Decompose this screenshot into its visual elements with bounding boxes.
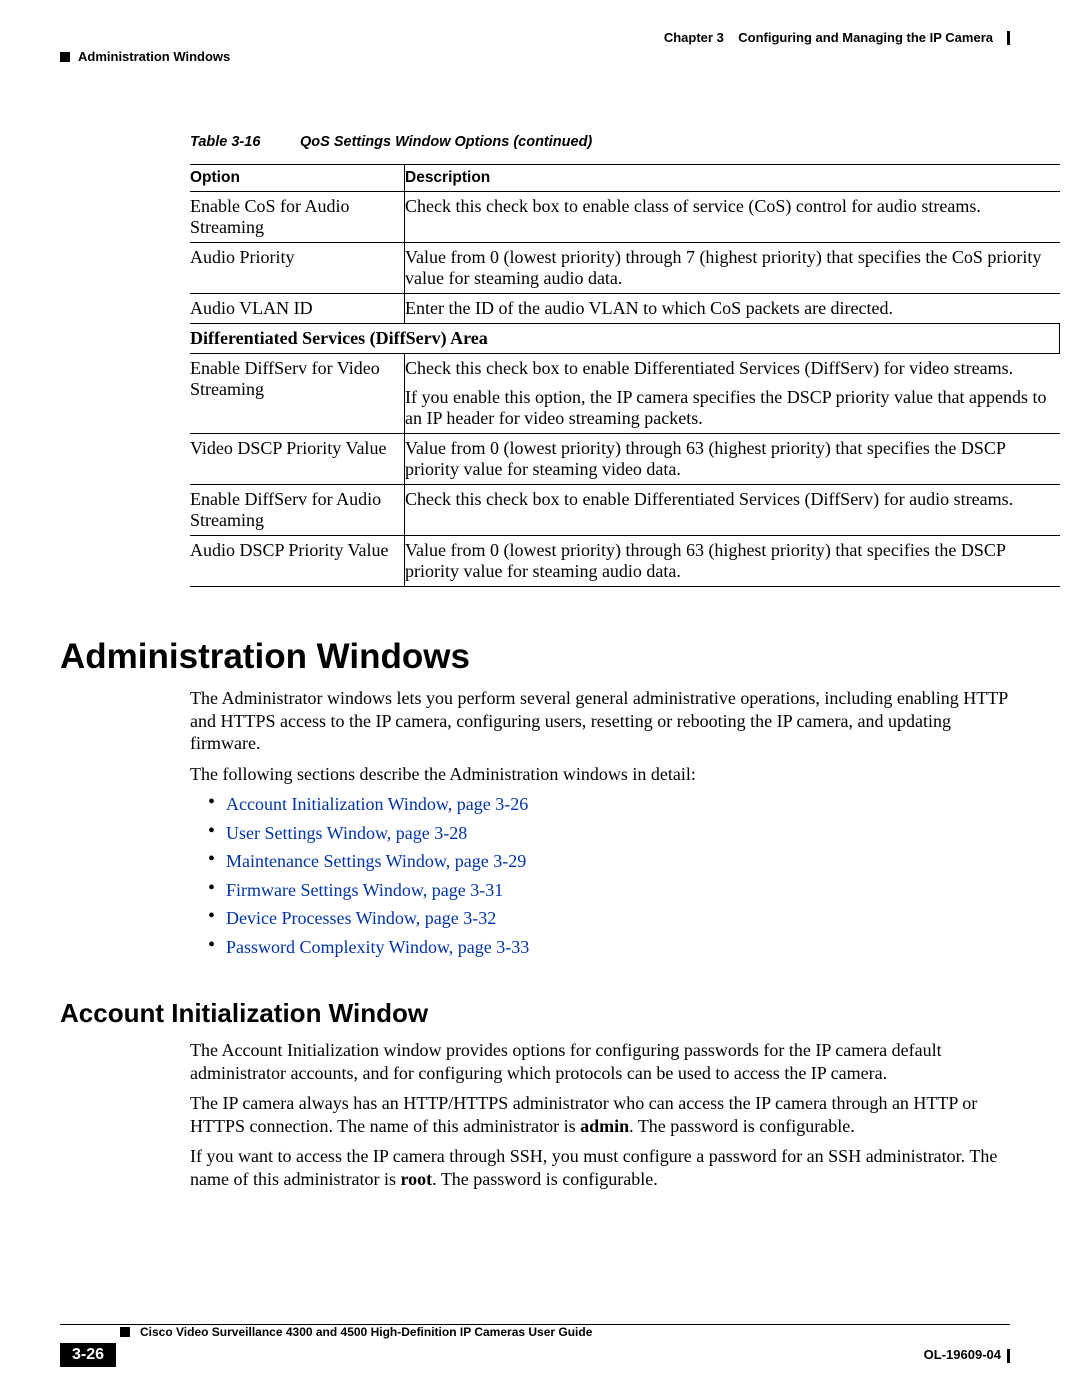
- section-links: Account Initialization Window, page 3-26…: [190, 793, 1010, 958]
- doc-id: OL-19609-04: [924, 1347, 1010, 1363]
- table-row: Enable CoS for Audio StreamingCheck this…: [190, 192, 1060, 243]
- page-footer: Cisco Video Surveillance 4300 and 4500 H…: [60, 1324, 1010, 1367]
- page-number: 3-26: [60, 1343, 116, 1367]
- link-user-settings[interactable]: User Settings Window, page 3-28: [208, 822, 1010, 845]
- table-row: Enable DiffServ for Video StreamingCheck…: [190, 354, 1060, 434]
- footer-guide-title: Cisco Video Surveillance 4300 and 4500 H…: [140, 1325, 592, 1339]
- table-row: Enable DiffServ for Audio StreamingCheck…: [190, 485, 1060, 536]
- account-p3: If you want to access the IP camera thro…: [190, 1145, 1010, 1190]
- link-password-complexity[interactable]: Password Complexity Window, page 3-33: [208, 936, 1010, 959]
- table-row: Audio PriorityValue from 0 (lowest prior…: [190, 243, 1060, 294]
- table-row: Audio DSCP Priority ValueValue from 0 (l…: [190, 536, 1060, 587]
- link-device-processes[interactable]: Device Processes Window, page 3-32: [208, 907, 1010, 930]
- heading-admin-windows: Administration Windows: [60, 637, 1010, 677]
- list-intro: The following sections describe the Admi…: [190, 763, 1010, 786]
- account-p1: The Account Initialization window provid…: [190, 1039, 1010, 1084]
- square-icon: [60, 52, 70, 62]
- table-section: Differentiated Services (DiffServ) Area: [190, 324, 1060, 354]
- col-description: Description: [405, 165, 1060, 192]
- account-p2: The IP camera always has an HTTP/HTTPS a…: [190, 1092, 1010, 1137]
- square-icon: [120, 1327, 130, 1337]
- heading-account-init: Account Initialization Window: [60, 998, 1010, 1029]
- table-caption: Table 3-16QoS Settings Window Options (c…: [190, 134, 1010, 150]
- page-subheader: Administration Windows: [60, 49, 1010, 64]
- table-row: Video DSCP Priority ValueValue from 0 (l…: [190, 434, 1060, 485]
- intro-paragraph: The Administrator windows lets you perfo…: [190, 687, 1010, 755]
- link-firmware[interactable]: Firmware Settings Window, page 3-31: [208, 879, 1010, 902]
- link-account-init[interactable]: Account Initialization Window, page 3-26: [208, 793, 1010, 816]
- options-table: Option Description Enable CoS for Audio …: [190, 164, 1060, 587]
- link-maintenance[interactable]: Maintenance Settings Window, page 3-29: [208, 850, 1010, 873]
- col-option: Option: [190, 165, 405, 192]
- table-row: Audio VLAN IDEnter the ID of the audio V…: [190, 294, 1060, 324]
- page-header: Chapter 3 Configuring and Managing the I…: [60, 30, 1010, 45]
